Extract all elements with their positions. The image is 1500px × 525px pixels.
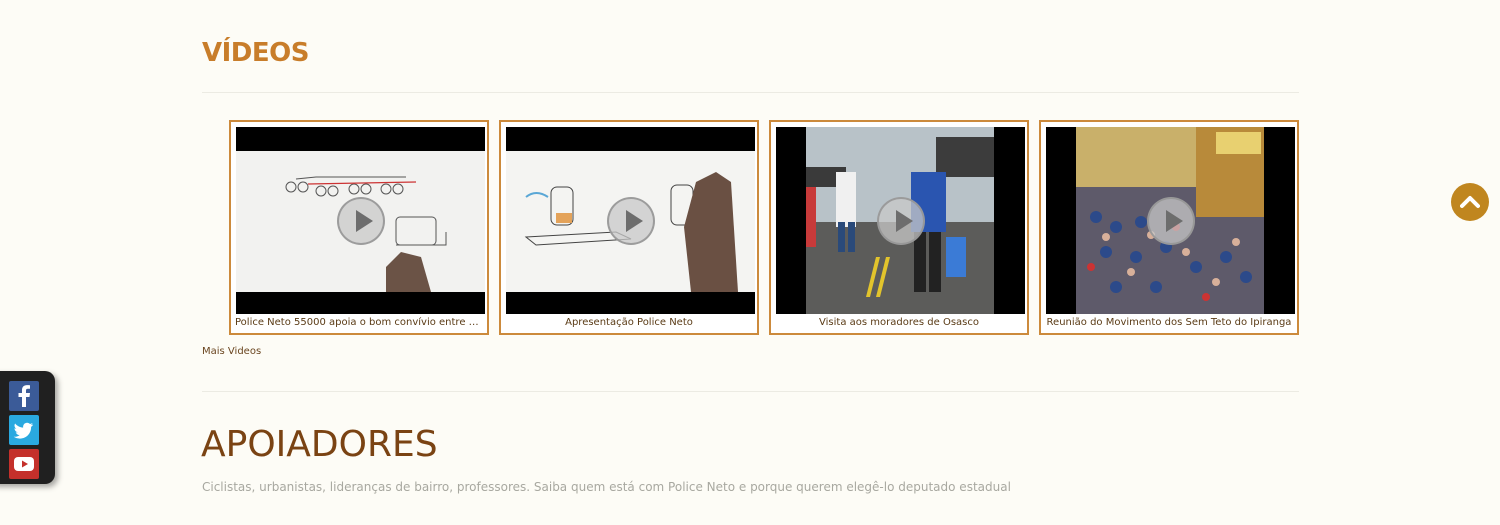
video-thumbnail [236,127,485,314]
section-divider [202,391,1299,392]
play-icon[interactable] [876,196,925,245]
video-caption: Reunião do Movimento dos Sem Teto do Ipi… [1046,317,1292,328]
video-card[interactable]: Visita aos moradores de Osasco [769,120,1029,335]
video-card[interactable]: Reunião do Movimento dos Sem Teto do Ipi… [1039,120,1299,335]
play-icon[interactable] [606,196,655,245]
section-divider [202,92,1299,93]
videos-section-title: VÍDEOS [202,38,309,68]
video-card[interactable]: Police Neto 55000 apoia o bom convívio e… [229,120,489,335]
video-caption: Apresentação Police Neto [565,317,693,328]
video-caption: Police Neto 55000 apoia o bom convívio e… [235,317,483,328]
youtube-icon[interactable] [9,449,39,479]
play-icon[interactable] [336,196,385,245]
more-videos-link[interactable]: Mais Videos [202,346,261,357]
video-thumbnail [506,127,755,314]
twitter-icon[interactable] [9,415,39,445]
scroll-to-top-button[interactable] [1451,183,1489,221]
play-icon[interactable] [1146,196,1195,245]
video-caption: Visita aos moradores de Osasco [819,317,979,328]
chevron-up-icon [1460,196,1480,208]
social-share-bar [0,371,55,484]
supporters-section-title: APOIADORES [201,424,438,465]
facebook-icon[interactable] [9,381,39,411]
supporters-description: Ciclistas, urbanistas, lideranças de bai… [202,480,1011,494]
video-card[interactable]: Apresentação Police Neto [499,120,759,335]
video-thumbnail [1046,127,1295,314]
video-thumbnail [776,127,1025,314]
